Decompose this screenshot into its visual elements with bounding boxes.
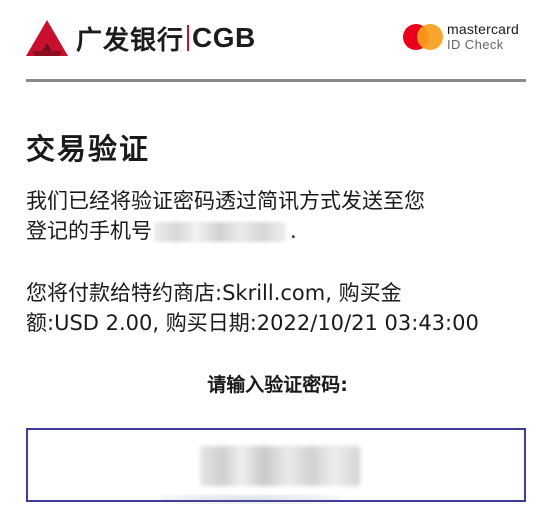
bank-divider	[187, 25, 190, 51]
otp-input[interactable]	[26, 428, 526, 502]
bank-name: 广发银行	[76, 25, 185, 56]
mastercard-text: mastercard ID Check	[447, 22, 519, 51]
message-line-2-suffix: .	[290, 219, 297, 243]
page-title: 交易验证	[26, 132, 151, 166]
mastercard-yellow-circle	[416, 23, 443, 50]
mastercard-product: ID Check	[446, 37, 504, 52]
header-divider	[26, 79, 526, 82]
detail-line-2: 额:USD 2.00, 购买日期:2022/10/21 03:43:00	[26, 311, 479, 335]
mastercard-brand: mastercard	[446, 21, 519, 37]
mastercard-icon	[402, 23, 443, 50]
cgb-logo-icon	[26, 20, 68, 56]
otp-input-label: 请输入验证密码:	[207, 374, 348, 396]
detail-line-1: 您将付款给特约商店:Skrill.com, 购买金	[26, 281, 402, 305]
otp-sent-message: 我们已经将验证密码透过简讯方式发送至您 登记的手机号.	[26, 186, 526, 246]
header: 广发银行 CGB mastercard ID Check	[0, 0, 555, 82]
bank-logo: 广发银行 CGB	[26, 16, 256, 60]
message-line-1: 我们已经将验证密码透过简讯方式发送至您	[26, 189, 425, 213]
masked-phone-number	[154, 222, 286, 242]
mastercard-id-check-logo: mastercard ID Check	[402, 22, 519, 51]
message-line-2: 登记的手机号.	[26, 216, 526, 246]
transaction-details: 您将付款给特约商店:Skrill.com, 购买金 额:USD 2.00, 购买…	[26, 278, 536, 338]
message-line-2-prefix: 登记的手机号	[26, 219, 152, 243]
bank-latin-name: CGB	[192, 22, 256, 53]
